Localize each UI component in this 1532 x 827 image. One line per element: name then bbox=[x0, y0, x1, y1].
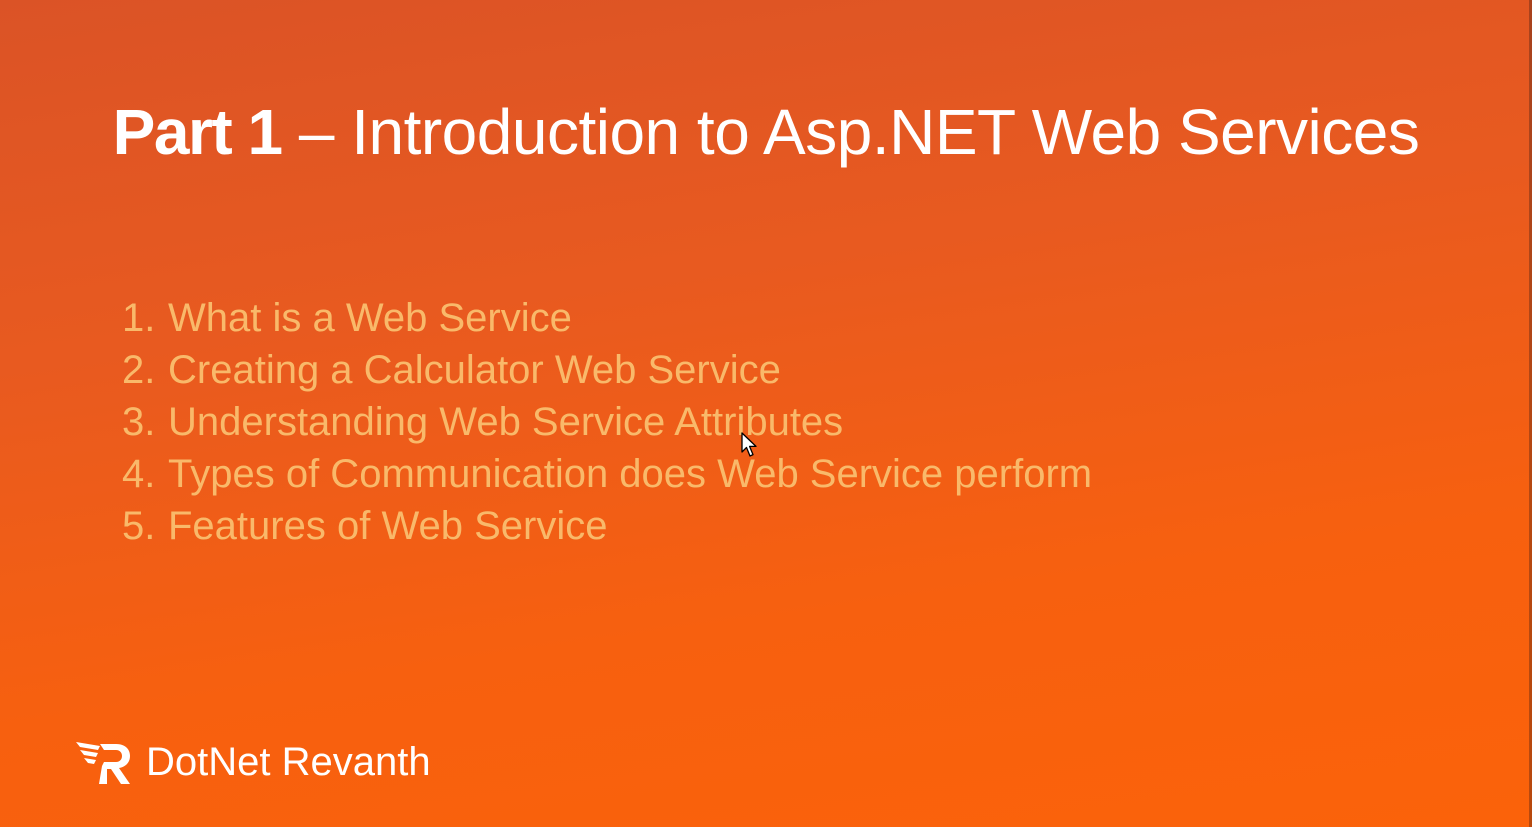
brand-name: DotNet Revanth bbox=[146, 740, 431, 784]
topic-text: What is a Web Service bbox=[168, 296, 572, 340]
topic-number: 1. bbox=[122, 296, 156, 340]
topic-item: 5. Features of Web Service bbox=[122, 500, 1092, 552]
topic-number: 3. bbox=[122, 400, 156, 444]
topic-item: 1. What is a Web Service bbox=[122, 292, 1092, 344]
topic-item: 3. Understanding Web Service Attributes bbox=[122, 396, 1092, 448]
brand: DotNet Revanth bbox=[74, 734, 431, 790]
topic-text: Types of Communication does Web Service … bbox=[168, 452, 1093, 496]
topic-item: 2. Creating a Calculator Web Service bbox=[122, 344, 1092, 396]
topic-item: 4. Types of Communication does Web Servic… bbox=[122, 448, 1092, 500]
winged-r-logo-icon bbox=[76, 742, 130, 784]
topic-number: 4. bbox=[122, 452, 156, 496]
topic-text: Features of Web Service bbox=[168, 504, 608, 548]
slide: Part 1 – Introduction to Asp.NET Web Ser… bbox=[0, 0, 1532, 827]
title-rest: – Introduction to Asp.NET Web Services bbox=[281, 96, 1420, 168]
title-part: Part 1 bbox=[112, 96, 283, 168]
topic-number: 5. bbox=[122, 504, 156, 548]
topic-number: 2. bbox=[122, 348, 156, 392]
topic-text: Creating a Calculator Web Service bbox=[168, 348, 781, 392]
slide-title: Part 1 – Introduction to Asp.NET Web Ser… bbox=[0, 92, 1532, 172]
topic-list: 1. What is a Web Service 2. Creating a Cal… bbox=[122, 292, 1092, 552]
mouse-pointer-icon bbox=[741, 432, 757, 457]
